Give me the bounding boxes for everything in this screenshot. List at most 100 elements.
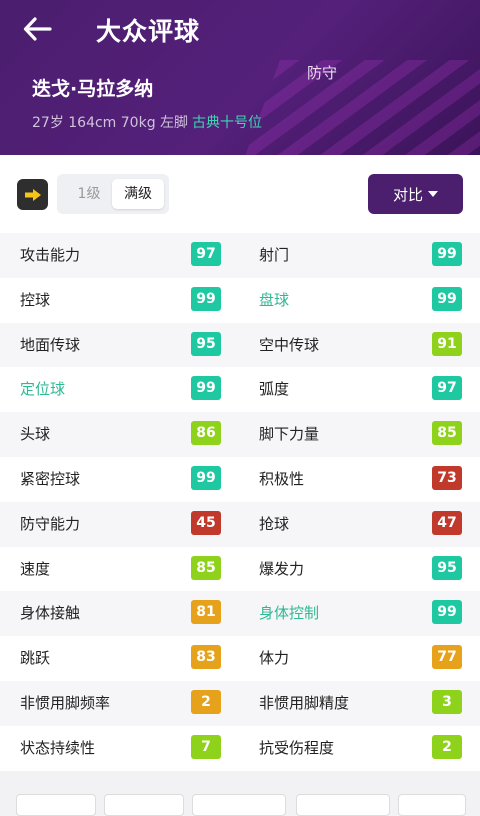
stat-value-badge: 85 (432, 421, 462, 446)
stat-row: 跳跃 83 体力 77 (0, 636, 480, 681)
header-decoration (239, 60, 480, 155)
stat-row: 身体接触 81 身体控制 99 (0, 591, 480, 637)
stat-value-badge: 97 (191, 242, 221, 266)
stat-label: 状态持续性 (20, 738, 96, 757)
bottom-tab[interactable] (104, 794, 184, 816)
stat-value-badge: 99 (432, 242, 462, 266)
stat-cell: 速度 85 (0, 547, 240, 592)
compare-button[interactable]: 对比 (368, 174, 463, 214)
stat-row: 攻击能力 97 射门 99 (0, 233, 480, 278)
stat-label: 射门 (259, 246, 290, 264)
stat-value-badge: 99 (191, 465, 221, 490)
stat-label: 定位球 (20, 380, 66, 399)
stat-cell: 体力 77 (240, 636, 480, 681)
stat-value-badge: 85 (191, 555, 221, 580)
compare-label: 对比 (392, 185, 423, 204)
stat-label: 身体接触 (20, 604, 81, 623)
bottom-tabs (0, 782, 480, 816)
stat-label: 非惯用脚精度 (259, 693, 350, 712)
stat-label: 速度 (20, 559, 51, 578)
stat-value-badge: 81 (191, 600, 221, 625)
stat-value-badge: 77 (432, 645, 462, 670)
stat-cell: 防守能力 45 (0, 502, 240, 547)
stat-label: 非惯用脚频率 (20, 693, 111, 712)
caret-down-icon (428, 191, 438, 197)
stat-value-badge: 47 (432, 510, 462, 535)
stat-cell: 状态持续性 7 (0, 726, 240, 771)
stat-value-badge: 3 (432, 689, 462, 714)
stat-cell: 积极性 73 (240, 457, 480, 502)
stat-label: 空中传球 (259, 335, 320, 354)
stat-row: 状态持续性 7 抗受伤程度 2 (0, 725, 480, 771)
bottom-tab[interactable] (296, 794, 390, 816)
stat-value-badge: 99 (191, 376, 221, 401)
stat-label: 跳跃 (20, 649, 51, 668)
stat-cell[interactable]: 定位球 99 (0, 367, 240, 412)
stat-cell: 跳跃 83 (0, 636, 240, 681)
stat-value-badge: 83 (191, 645, 221, 670)
player-meta: 27岁 164cm 70kg 左脚 (32, 115, 189, 131)
stat-cell: 抢球 47 (240, 502, 480, 547)
level-toggle: 1级 满级 (57, 174, 169, 214)
player-name: 迭戈·马拉多纳 (32, 78, 154, 100)
stat-value-badge: 45 (191, 510, 221, 535)
stat-value-badge: 2 (191, 689, 221, 714)
stat-label: 身体控制 (259, 604, 320, 623)
stat-row: 紧密控球 99 积极性 73 (0, 456, 480, 502)
stat-cell: 攻击能力 97 (0, 233, 240, 278)
stat-value-badge: 99 (432, 600, 462, 625)
stat-row: 速度 85 爆发力 95 (0, 546, 480, 592)
stat-value-badge: 95 (432, 555, 462, 580)
stat-cell: 控球 99 (0, 278, 240, 323)
stat-value-badge: 97 (432, 376, 462, 401)
arrow-right-button[interactable] (17, 179, 48, 210)
stat-row: 控球 99 盘球 99 (0, 277, 480, 323)
stat-label: 弧度 (259, 380, 290, 399)
stat-value-badge: 99 (432, 286, 462, 311)
stat-row: 防守能力 45 抢球 47 (0, 501, 480, 547)
stat-cell: 抗受伤程度 2 (240, 726, 480, 771)
header: 大众评球 迭戈·马拉多纳 防守 27岁 164cm 70kg 左脚 古典十号位 (0, 0, 480, 155)
bottom-tab[interactable] (192, 794, 286, 816)
arrow-right-icon (24, 188, 41, 201)
stat-value-badge: 86 (191, 421, 221, 446)
stat-cell[interactable]: 身体控制 99 (240, 591, 480, 636)
stat-cell: 非惯用脚频率 2 (0, 681, 240, 726)
stat-label: 紧密控球 (20, 469, 81, 488)
stat-cell[interactable]: 盘球 99 (240, 278, 480, 323)
stat-cell: 空中传球 91 (240, 323, 480, 368)
stat-cell: 弧度 97 (240, 367, 480, 412)
stat-cell: 非惯用脚精度 3 (240, 681, 480, 726)
stat-row: 头球 86 脚下力量 85 (0, 412, 480, 457)
stat-value-badge: 2 (432, 734, 462, 759)
stat-cell: 头球 86 (0, 412, 240, 457)
stat-label: 脚下力量 (259, 425, 320, 444)
stat-label: 抗受伤程度 (259, 738, 335, 757)
stat-label: 地面传球 (20, 335, 81, 354)
stat-label: 攻击能力 (20, 246, 81, 264)
stat-cell: 脚下力量 85 (240, 412, 480, 457)
stat-label: 盘球 (259, 290, 290, 309)
stat-label: 控球 (20, 290, 51, 309)
stat-cell: 地面传球 95 (0, 323, 240, 368)
stat-value-badge: 91 (432, 331, 462, 356)
level-option-1[interactable]: 1级 (65, 179, 113, 209)
stat-label: 积极性 (259, 469, 305, 488)
stat-row: 地面传球 95 空中传球 91 (0, 322, 480, 368)
stat-label: 防守能力 (20, 514, 81, 533)
player-position: 防守 (307, 64, 338, 82)
stat-cell: 爆发力 95 (240, 547, 480, 592)
bottom-tab[interactable] (398, 794, 466, 816)
level-option-max[interactable]: 满级 (112, 179, 164, 209)
stat-label: 体力 (259, 649, 290, 668)
stats-table: 攻击能力 97 射门 99 控球 99 盘球 99 地面传球 95 空中传球 91 定位球 99 弧度 97 头… (0, 233, 480, 771)
stat-label: 头球 (20, 425, 51, 444)
bottom-tab[interactable] (16, 794, 96, 816)
back-arrow-icon[interactable] (22, 14, 56, 44)
toolbar: 1级 满级 对比 (0, 155, 480, 233)
stat-cell: 身体接触 81 (0, 591, 240, 636)
player-role[interactable]: 古典十号位 (192, 112, 262, 132)
stat-value-badge: 95 (191, 331, 221, 356)
page-title: 大众评球 (96, 17, 201, 46)
stat-value-badge: 99 (191, 286, 221, 311)
